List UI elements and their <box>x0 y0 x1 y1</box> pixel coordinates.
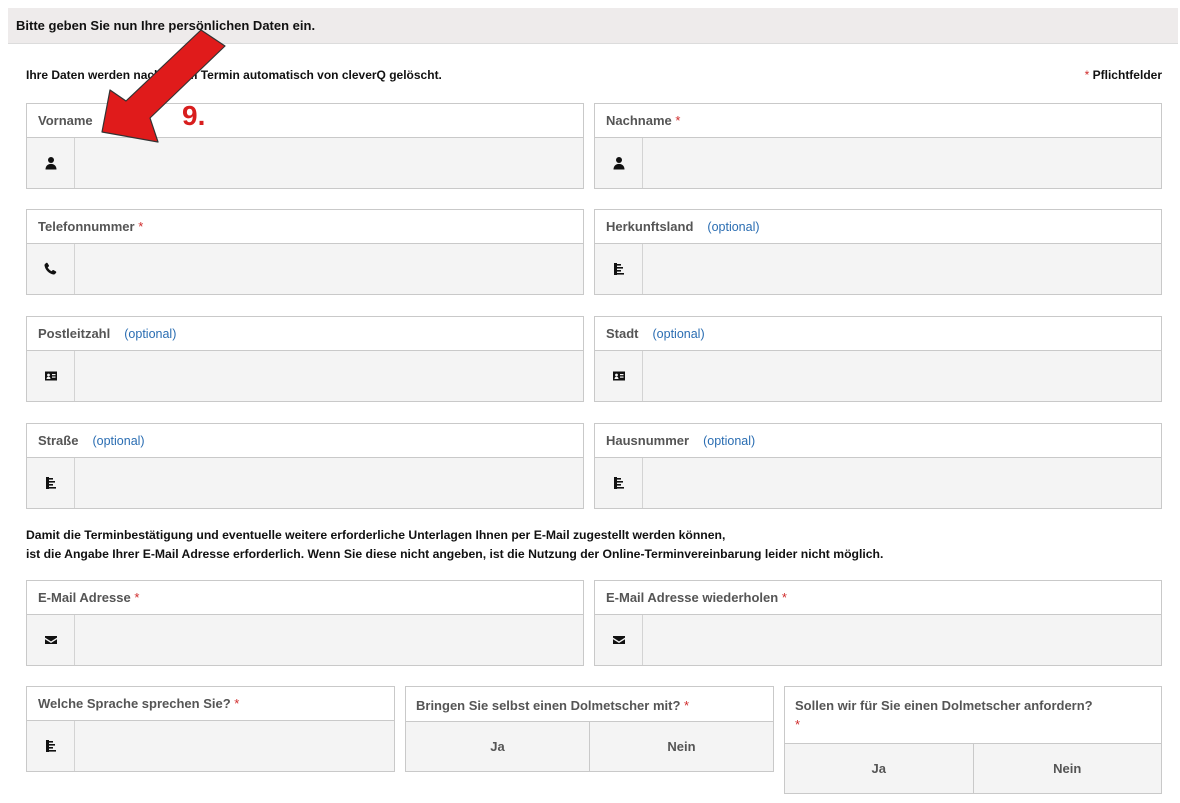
annotation-arrow-shape <box>101 29 226 143</box>
sprache-field: Welche Sprache sprechen Sie? * <box>26 686 395 772</box>
address-card-icon <box>595 351 643 401</box>
telefon-input[interactable] <box>27 244 583 294</box>
plz-label: Postleitzahl <box>38 326 111 341</box>
stadt-input[interactable] <box>595 351 1161 401</box>
plz-input[interactable] <box>27 351 583 401</box>
email-requirement-note: Damit die Terminbestätigung und eventuel… <box>26 526 883 564</box>
request-interpreter-no-button[interactable]: Nein <box>972 744 1162 793</box>
required-star: * <box>781 590 787 605</box>
optional-hint: (optional) <box>92 434 145 448</box>
required-star: * <box>795 717 801 732</box>
stadt-label: Stadt <box>606 326 639 341</box>
herkunftsland-input[interactable] <box>595 244 1161 294</box>
herkunftsland-field: Herkunftsland (optional) <box>594 209 1162 295</box>
sprache-input[interactable] <box>27 721 394 771</box>
own-interpreter-choice: Bringen Sie selbst einen Dolmetscher mit… <box>405 686 774 772</box>
telefon-label: Telefonnummer <box>38 219 135 234</box>
email-repeat-input[interactable] <box>595 615 1161 665</box>
list-icon <box>595 244 643 294</box>
annotation-step-label: 9. <box>182 100 206 131</box>
optional-hint: (optional) <box>652 327 705 341</box>
list-icon <box>27 721 75 771</box>
phone-icon <box>27 244 75 294</box>
strasse-label: Straße <box>38 433 79 448</box>
annotation-arrow-icon <box>101 29 226 143</box>
address-card-icon <box>27 351 75 401</box>
email-field: E-Mail Adresse * <box>26 580 584 666</box>
required-star: * <box>1084 68 1090 82</box>
hausnummer-label: Hausnummer <box>606 433 690 448</box>
own-interpreter-no-button[interactable]: Nein <box>589 722 773 771</box>
request-interpreter-choice: Sollen wir für Sie einen Dolmetscher anf… <box>784 686 1162 794</box>
required-star: * <box>234 696 240 711</box>
email-note-line-1: Damit die Terminbestätigung und eventuel… <box>26 528 726 542</box>
nachname-field: Nachname * <box>594 103 1162 189</box>
plz-field: Postleitzahl (optional) <box>26 316 584 402</box>
hausnummer-field: Hausnummer (optional) <box>594 423 1162 509</box>
herkunftsland-label: Herkunftsland <box>606 219 694 234</box>
required-star: * <box>675 113 681 128</box>
required-fields-label: Pflichtfelder <box>1092 68 1162 82</box>
required-star: * <box>134 590 140 605</box>
telefon-field: Telefonnummer * <box>26 209 584 295</box>
user-icon <box>595 138 643 188</box>
optional-hint: (optional) <box>707 220 760 234</box>
email-label: E-Mail Adresse <box>38 590 131 605</box>
email-note-line-2: ist die Angabe Ihrer E-Mail Adresse erfo… <box>26 547 884 561</box>
optional-hint: (optional) <box>124 327 177 341</box>
sprache-label: Welche Sprache sprechen Sie? <box>38 696 231 711</box>
own-interpreter-label: Bringen Sie selbst einen Dolmetscher mit… <box>416 698 681 713</box>
own-interpreter-yes-button[interactable]: Ja <box>406 722 589 771</box>
list-icon <box>595 458 643 508</box>
envelope-icon <box>27 615 75 665</box>
stadt-field: Stadt (optional) <box>594 316 1162 402</box>
nachname-label: Nachname <box>606 113 672 128</box>
envelope-icon <box>595 615 643 665</box>
optional-hint: (optional) <box>703 434 756 448</box>
list-icon <box>27 458 75 508</box>
request-interpreter-yes-button[interactable]: Ja <box>785 744 973 793</box>
email-repeat-field: E-Mail Adresse wiederholen * <box>594 580 1162 666</box>
required-fields-note: * Pflichtfelder <box>1085 68 1162 82</box>
request-interpreter-label: Sollen wir für Sie einen Dolmetscher anf… <box>795 698 1093 713</box>
email-input[interactable] <box>27 615 583 665</box>
nachname-input[interactable] <box>595 138 1161 188</box>
strasse-field: Straße (optional) <box>26 423 584 509</box>
required-star: * <box>684 698 690 713</box>
strasse-input[interactable] <box>27 458 583 508</box>
email-repeat-label: E-Mail Adresse wiederholen <box>606 590 779 605</box>
required-star: * <box>138 219 144 234</box>
hausnummer-input[interactable] <box>595 458 1161 508</box>
